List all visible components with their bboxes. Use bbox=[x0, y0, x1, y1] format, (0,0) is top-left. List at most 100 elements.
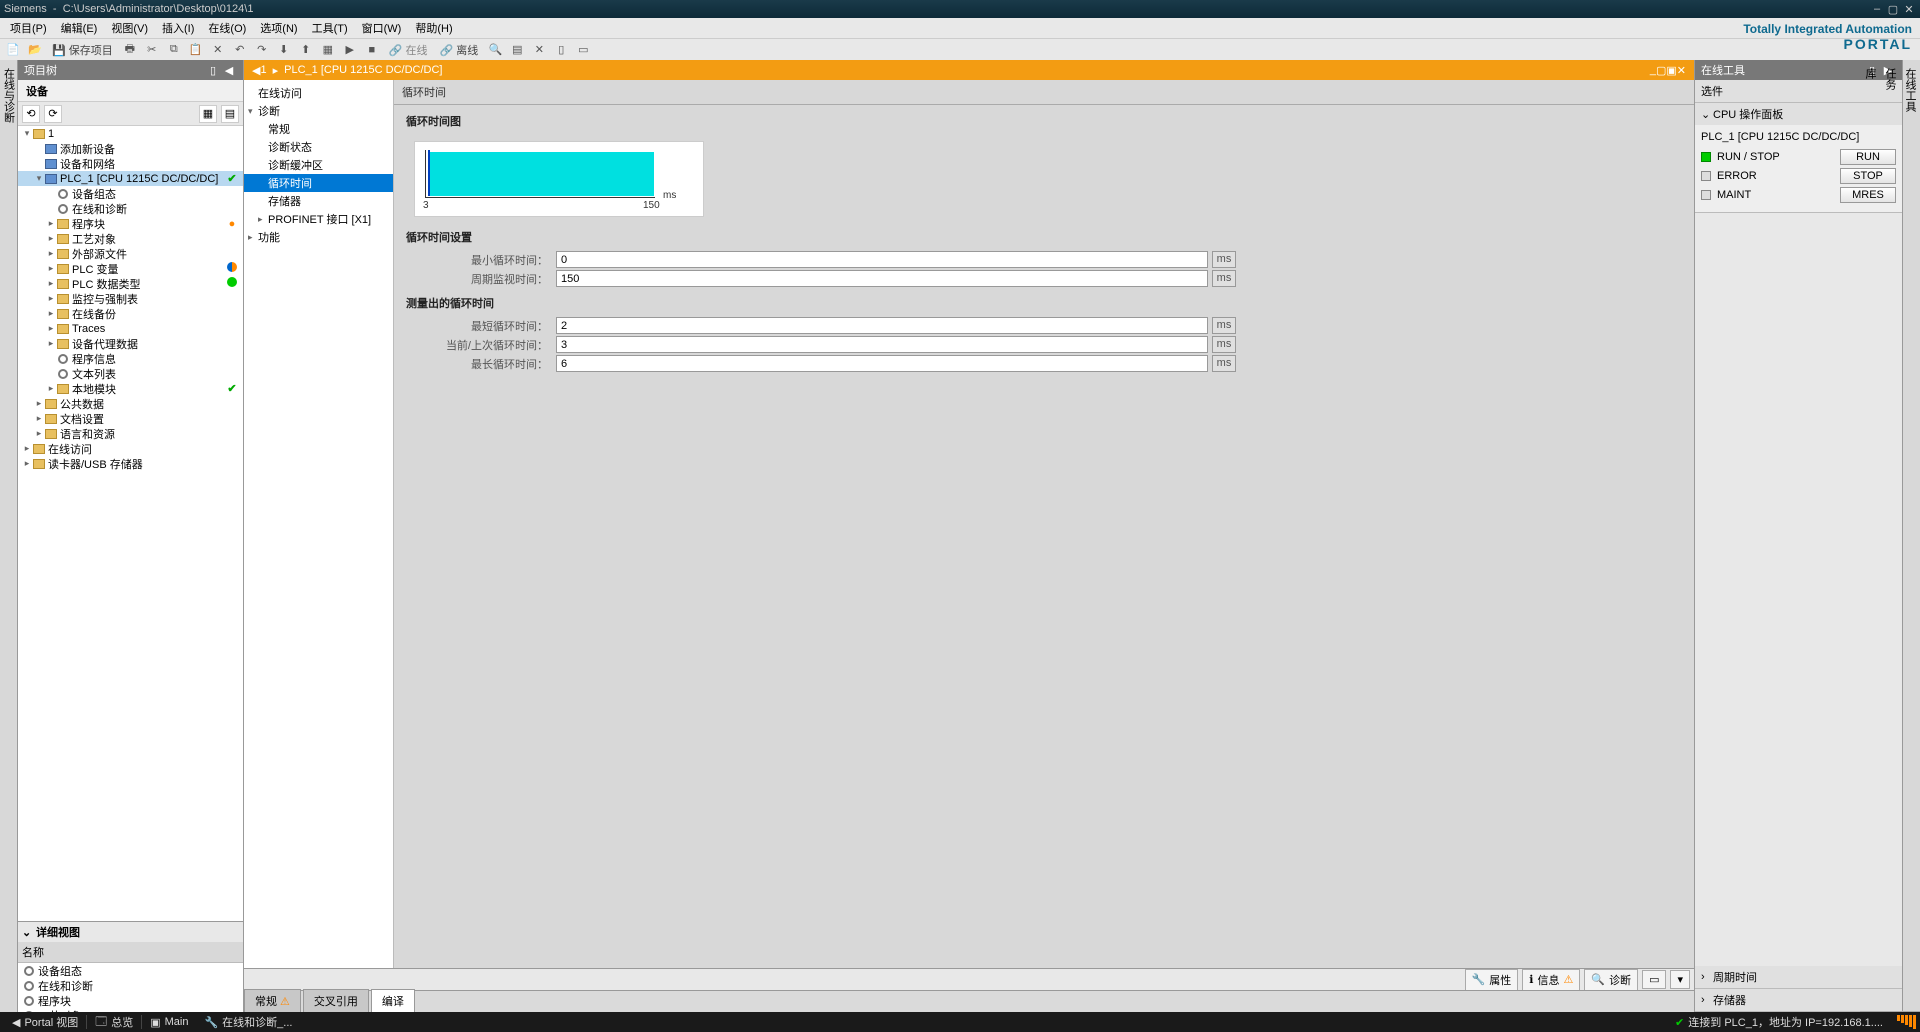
nav-item[interactable]: ▸功能 bbox=[244, 228, 393, 246]
delete-icon[interactable]: ✕ bbox=[209, 41, 227, 59]
vtab-online-tools[interactable]: 在线工具 bbox=[1900, 60, 1920, 1012]
tab-compile[interactable]: 编译 bbox=[371, 989, 415, 1012]
detail-item[interactable]: 在线和诊断 bbox=[18, 978, 243, 993]
portal-view-button[interactable]: ◀ Portal 视图 bbox=[4, 1014, 86, 1030]
info-button[interactable]: ℹ 信息 ⚠ bbox=[1522, 969, 1580, 991]
panel-collapse-icon[interactable]: ◀ bbox=[221, 64, 237, 77]
upload-icon[interactable]: ⬆ bbox=[297, 41, 315, 59]
tree-item[interactable]: ▸外部源文件 bbox=[18, 246, 243, 261]
save-project-button[interactable]: 💾 保存项目 bbox=[48, 42, 117, 58]
search-icon[interactable]: 🔍 bbox=[486, 41, 504, 59]
tree-item[interactable]: ▾1 bbox=[18, 126, 243, 141]
tree-item[interactable]: ▸PLC 数据类型 bbox=[18, 276, 243, 291]
nav-item[interactable]: ▸PROFINET 接口 [X1] bbox=[244, 210, 393, 228]
diagnostics-nav[interactable]: 在线访问▾诊断常规诊断状态诊断缓冲区循环时间存储器▸PROFINET 接口 [X… bbox=[244, 80, 394, 968]
go-offline-button[interactable]: 🔗 离线 bbox=[436, 42, 483, 58]
menu-item[interactable]: 工具(T) bbox=[306, 18, 354, 38]
overview-button[interactable]: 🗔 总览 bbox=[87, 1013, 141, 1032]
menu-item[interactable]: 项目(P) bbox=[4, 18, 53, 38]
split-v-icon[interactable]: ▭ bbox=[574, 41, 592, 59]
min-cycle-input[interactable] bbox=[556, 251, 1208, 268]
project-tree[interactable]: ▾1添加新设备设备和网络▾PLC_1 [CPU 1215C DC/DC/DC]✔… bbox=[18, 126, 243, 921]
cross-ref-icon[interactable]: ▤ bbox=[508, 41, 526, 59]
copy-icon[interactable]: ⧉ bbox=[165, 41, 183, 59]
tree-item[interactable]: ▾PLC_1 [CPU 1215C DC/DC/DC]✔ bbox=[18, 171, 243, 186]
tree-item[interactable]: ▸设备代理数据 bbox=[18, 336, 243, 351]
breadcrumb-item[interactable]: 1 bbox=[260, 64, 266, 76]
diag-tab[interactable]: 🔧 在线和诊断_... bbox=[196, 1014, 300, 1030]
nav-item[interactable]: 诊断缓冲区 bbox=[244, 156, 393, 174]
tree-item[interactable]: ▸在线访问 bbox=[18, 441, 243, 456]
tree-nav-fwd-icon[interactable]: ⟳ bbox=[44, 105, 62, 123]
maximize-button[interactable]: ▢ bbox=[1886, 3, 1900, 16]
menu-item[interactable]: 在线(O) bbox=[202, 18, 252, 38]
tree-item[interactable]: ▸监控与强制表 bbox=[18, 291, 243, 306]
tree-filter-icon[interactable]: ▤ bbox=[221, 105, 239, 123]
tree-item[interactable]: ▸文档设置 bbox=[18, 411, 243, 426]
tree-item[interactable]: ▸本地模块✔ bbox=[18, 381, 243, 396]
nav-item[interactable]: ▾诊断 bbox=[244, 102, 393, 120]
breadcrumb-back-icon[interactable]: ◀ bbox=[252, 64, 260, 77]
editor-close-icon[interactable]: ✕ bbox=[1677, 64, 1686, 77]
tab-crossref[interactable]: 交叉引用 bbox=[303, 989, 369, 1012]
tree-view-icon[interactable]: ▦ bbox=[199, 105, 217, 123]
detail-item[interactable]: 设备组态 bbox=[18, 963, 243, 978]
tree-item[interactable]: ▸读卡器/USB 存储器 bbox=[18, 456, 243, 471]
properties-button[interactable]: 🔧 属性 bbox=[1465, 969, 1519, 991]
compile-icon[interactable]: ▦ bbox=[319, 41, 337, 59]
tree-item[interactable]: 设备组态 bbox=[18, 186, 243, 201]
monitor-time-input[interactable] bbox=[556, 270, 1208, 287]
paste-icon[interactable]: 📋 bbox=[187, 41, 205, 59]
stop-icon[interactable]: ■ bbox=[363, 41, 381, 59]
cut-icon[interactable]: ✂ bbox=[143, 41, 161, 59]
close-window-icon[interactable]: ✕ bbox=[530, 41, 548, 59]
tree-item[interactable]: ▸PLC 变量 bbox=[18, 261, 243, 276]
tree-item[interactable]: 设备和网络 bbox=[18, 156, 243, 171]
nav-item[interactable]: 循环时间 bbox=[244, 174, 393, 192]
tree-item[interactable]: ▸语言和资源 bbox=[18, 426, 243, 441]
menu-item[interactable]: 窗口(W) bbox=[356, 18, 408, 38]
breadcrumb-item[interactable]: PLC_1 [CPU 1215C DC/DC/DC] bbox=[284, 64, 442, 76]
tree-item[interactable]: 添加新设备 bbox=[18, 141, 243, 156]
editor-restore-icon[interactable]: ▢ bbox=[1656, 64, 1666, 77]
detail-item[interactable]: 工艺对象 bbox=[18, 1008, 243, 1012]
download-icon[interactable]: ⬇ bbox=[275, 41, 293, 59]
minimize-button[interactable]: – bbox=[1870, 3, 1884, 16]
diagnostics-button[interactable]: 🔍 诊断 bbox=[1584, 969, 1638, 991]
tree-item[interactable]: 程序信息 bbox=[18, 351, 243, 366]
menu-item[interactable]: 插入(I) bbox=[156, 18, 200, 38]
nav-item[interactable]: 在线访问 bbox=[244, 84, 393, 102]
tree-nav-back-icon[interactable]: ⟲ bbox=[22, 105, 40, 123]
device-tab[interactable]: 设备 bbox=[18, 80, 243, 102]
menu-item[interactable]: 编辑(E) bbox=[55, 18, 104, 38]
nav-item[interactable]: 诊断状态 bbox=[244, 138, 393, 156]
nav-item[interactable]: 常规 bbox=[244, 120, 393, 138]
left-vertical-tab[interactable]: 在线与诊断 bbox=[0, 60, 18, 1012]
tree-item[interactable]: ▸Traces bbox=[18, 321, 243, 336]
undo-icon[interactable]: ↶ bbox=[231, 41, 249, 59]
tree-item[interactable]: 文本列表 bbox=[18, 366, 243, 381]
start-icon[interactable]: ▶ bbox=[341, 41, 359, 59]
menu-item[interactable]: 选项(N) bbox=[254, 18, 303, 38]
tree-item[interactable]: ▸公共数据 bbox=[18, 396, 243, 411]
detail-view-header[interactable]: ⌄详细视图 bbox=[18, 922, 243, 942]
info-expand-icon[interactable]: ▭ bbox=[1642, 970, 1666, 989]
close-button[interactable]: ✕ bbox=[1902, 3, 1916, 16]
split-h-icon[interactable]: ▯ bbox=[552, 41, 570, 59]
menu-item[interactable]: 帮助(H) bbox=[409, 18, 458, 38]
main-tab[interactable]: ▣ Main bbox=[142, 1016, 196, 1029]
tree-item[interactable]: 在线和诊断 bbox=[18, 201, 243, 216]
new-project-icon[interactable]: 📄 bbox=[4, 41, 22, 59]
tree-item[interactable]: ▸程序块● bbox=[18, 216, 243, 231]
go-online-button[interactable]: 🔗 在线 bbox=[385, 42, 432, 58]
editor-max-icon[interactable]: ▣ bbox=[1666, 64, 1676, 77]
tab-general[interactable]: 常规 ⚠ bbox=[244, 989, 301, 1012]
vtab-libraries[interactable]: 库 bbox=[1860, 60, 1880, 1012]
print-icon[interactable]: 🖶 bbox=[121, 41, 139, 59]
open-project-icon[interactable]: 📂 bbox=[26, 41, 44, 59]
nav-item[interactable]: 存储器 bbox=[244, 192, 393, 210]
menu-item[interactable]: 视图(V) bbox=[105, 18, 154, 38]
tree-item[interactable]: ▸工艺对象 bbox=[18, 231, 243, 246]
panel-pin-icon[interactable]: ▯ bbox=[205, 64, 221, 77]
detail-item[interactable]: 程序块 bbox=[18, 993, 243, 1008]
